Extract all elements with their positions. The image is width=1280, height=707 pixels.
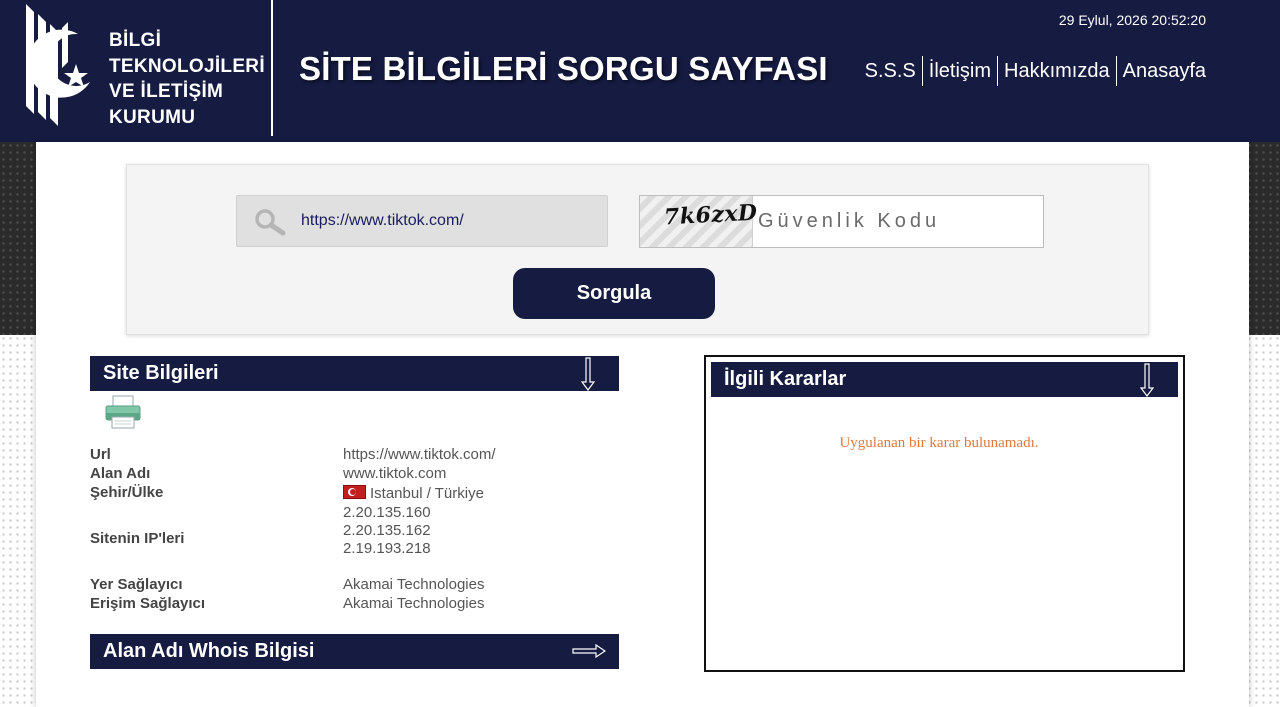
captcha-field: 7k6zxD — [639, 195, 1044, 248]
info-label: Yer Sağlayıcı — [90, 576, 183, 593]
whois-header[interactable]: Alan Adı Whois Bilgisi — [90, 634, 619, 669]
info-label: Şehir/Ülke — [90, 484, 164, 501]
ip-value: 2.20.135.160 — [343, 504, 431, 521]
page-title: SİTE BİLGİLERİ SORGU SAYFASI — [299, 50, 828, 87]
site-header: BİLGİ TEKNOLOJİLERİ VE İLETİŞİM KURUMU S… — [0, 0, 1280, 142]
logo-line: VE İLETİŞİM — [109, 81, 224, 102]
search-panel: 7k6zxD Sorgula — [126, 164, 1149, 335]
header-divider — [271, 0, 273, 136]
info-label: Sitenin IP'leri — [90, 530, 185, 547]
btk-logo-icon — [26, 4, 91, 126]
info-label: Erişim Sağlayıcı — [90, 595, 206, 612]
arrow-down-icon[interactable] — [581, 357, 595, 391]
city-value: Istanbul / Türkiye — [370, 485, 484, 502]
arrow-right-icon[interactable] — [572, 644, 606, 658]
url-field — [236, 195, 608, 247]
nav-link-anasayfa[interactable]: Anasayfa — [1117, 56, 1206, 86]
info-label: Url — [90, 446, 111, 463]
main-container: 7k6zxD Sorgula Site Bilgileri Url https:… — [36, 142, 1249, 707]
top-nav: S.S.S İletişim Hakkımızda Anasayfa — [859, 56, 1206, 86]
info-label: Alan Adı — [90, 465, 151, 482]
captcha-image: 7k6zxD — [640, 196, 758, 247]
sorgula-button[interactable]: Sorgula — [513, 268, 715, 319]
info-value: www.tiktok.com — [343, 465, 447, 482]
info-value: https://www.tiktok.com/ — [343, 446, 496, 463]
logo-text: BİLGİ TEKNOLOJİLERİ VE İLETİŞİM KURUMU — [109, 28, 265, 130]
nav-link-iletisim[interactable]: İletişim — [923, 56, 997, 86]
decisions-panel: İlgili Kararlar Uygulanan bir karar bulu… — [704, 355, 1185, 672]
turkey-flag-icon — [343, 485, 366, 499]
captcha-input[interactable] — [758, 196, 1038, 247]
info-value: Akamai Technologies — [343, 595, 485, 612]
nav-link-sss[interactable]: S.S.S — [859, 56, 922, 86]
nav-link-hakkimizda[interactable]: Hakkımızda — [998, 56, 1116, 86]
captcha-text: 7k6zxD — [663, 199, 759, 231]
magnifier-icon — [255, 209, 286, 236]
logo-line: BİLGİ — [109, 30, 162, 51]
url-input[interactable] — [301, 196, 601, 246]
arrow-down-icon[interactable] — [1140, 363, 1154, 397]
datetime: 29 Eylul, 2026 20:52:20 — [1058, 12, 1206, 28]
site-info-title: Site Bilgileri — [103, 362, 219, 384]
ip-value: 2.19.193.218 — [343, 540, 431, 557]
decisions-title: İlgili Kararlar — [724, 368, 847, 390]
printer-icon[interactable] — [104, 395, 142, 429]
info-value: Istanbul / Türkiye — [343, 485, 484, 502]
logo-line: TEKNOLOJİLERİ — [109, 55, 265, 77]
ip-value: 2.20.135.162 — [343, 522, 431, 539]
decisions-empty-message: Uygulanan bir karar bulunamadı. — [839, 435, 1039, 451]
info-value: Akamai Technologies — [343, 576, 485, 593]
logo-line: KURUMU — [109, 106, 196, 128]
whois-title: Alan Adı Whois Bilgisi — [103, 640, 315, 662]
site-info-header[interactable]: Site Bilgileri — [90, 356, 619, 391]
decisions-header[interactable]: İlgili Kararlar — [711, 362, 1178, 397]
